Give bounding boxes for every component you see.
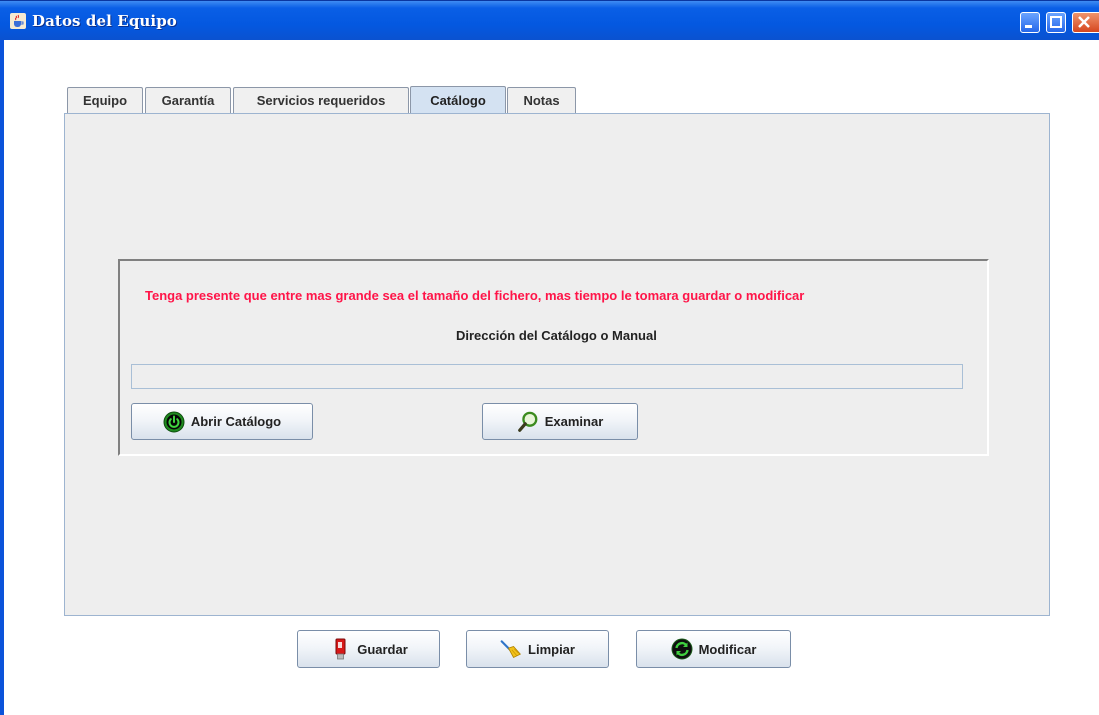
window-title: Datos del Equipo xyxy=(32,12,177,30)
java-cup-icon xyxy=(10,13,26,29)
tab-label: Equipo xyxy=(82,93,128,108)
close-icon xyxy=(1078,16,1090,28)
tab-catalogo[interactable]: Catálogo xyxy=(410,86,506,114)
power-icon xyxy=(163,411,185,433)
maximize-button[interactable] xyxy=(1046,12,1066,33)
save-label: Guardar xyxy=(357,641,408,657)
refresh-icon xyxy=(671,638,693,660)
usb-drive-icon xyxy=(329,638,351,660)
close-button[interactable] xyxy=(1072,12,1099,33)
tab-label: Catálogo xyxy=(430,93,486,108)
broom-icon xyxy=(500,638,522,660)
minimize-button[interactable] xyxy=(1020,12,1040,33)
open-catalog-label: Abrir Catálogo xyxy=(190,414,282,429)
tab-label: Garantía xyxy=(161,93,215,108)
maximize-icon xyxy=(1050,16,1062,28)
minimize-icon xyxy=(1025,25,1032,28)
save-button[interactable]: Guardar xyxy=(297,630,440,668)
browse-label: Examinar xyxy=(544,414,604,429)
tab-garantia[interactable]: Garantía xyxy=(145,87,231,113)
tab-notas[interactable]: Notas xyxy=(507,87,576,113)
window-titlebar[interactable]: Datos del Equipo xyxy=(0,0,1099,40)
modify-label: Modificar xyxy=(698,641,757,657)
tab-label: Servicios requeridos xyxy=(256,93,386,108)
catalog-path-field[interactable] xyxy=(131,364,963,389)
tab-servicios-requeridos[interactable]: Servicios requeridos xyxy=(233,87,409,113)
modify-button[interactable]: Modificar xyxy=(636,630,791,668)
catalog-path-label: Dirección del Catálogo o Manual xyxy=(456,328,657,343)
clear-button[interactable]: Limpiar xyxy=(466,630,609,668)
tab-equipo[interactable]: Equipo xyxy=(67,87,143,113)
clear-label: Limpiar xyxy=(528,641,575,657)
open-catalog-button[interactable]: Abrir Catálogo xyxy=(131,403,313,440)
browse-button[interactable]: Examinar xyxy=(482,403,638,440)
file-size-warning: Tenga presente que entre mas grande sea … xyxy=(145,288,805,303)
tab-label: Notas xyxy=(523,93,560,108)
magnifier-icon xyxy=(517,411,539,433)
